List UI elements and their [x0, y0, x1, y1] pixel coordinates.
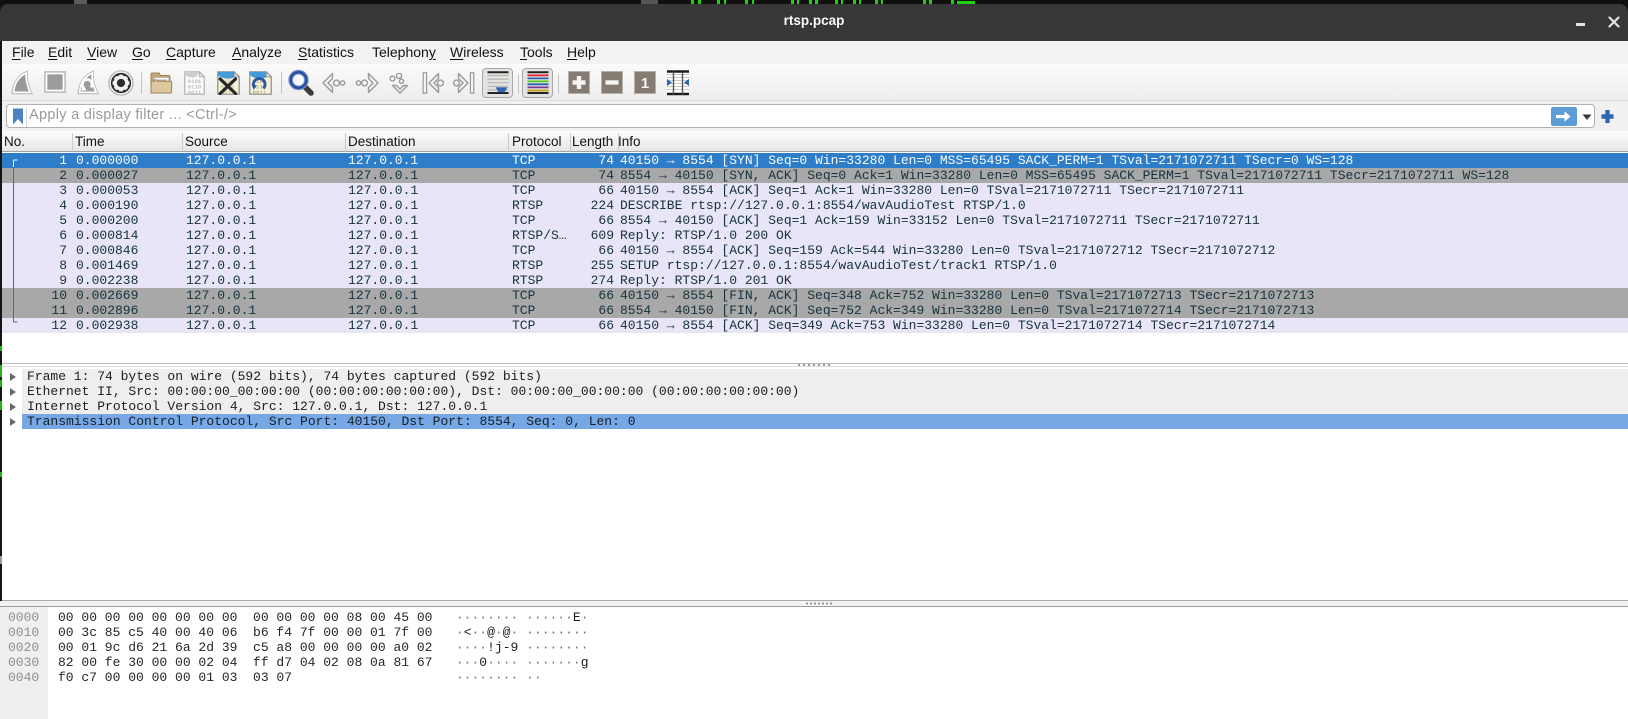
svg-text:0011: 0011: [253, 89, 267, 95]
svg-text:1: 1: [641, 75, 649, 92]
svg-text:0011: 0011: [188, 89, 202, 95]
